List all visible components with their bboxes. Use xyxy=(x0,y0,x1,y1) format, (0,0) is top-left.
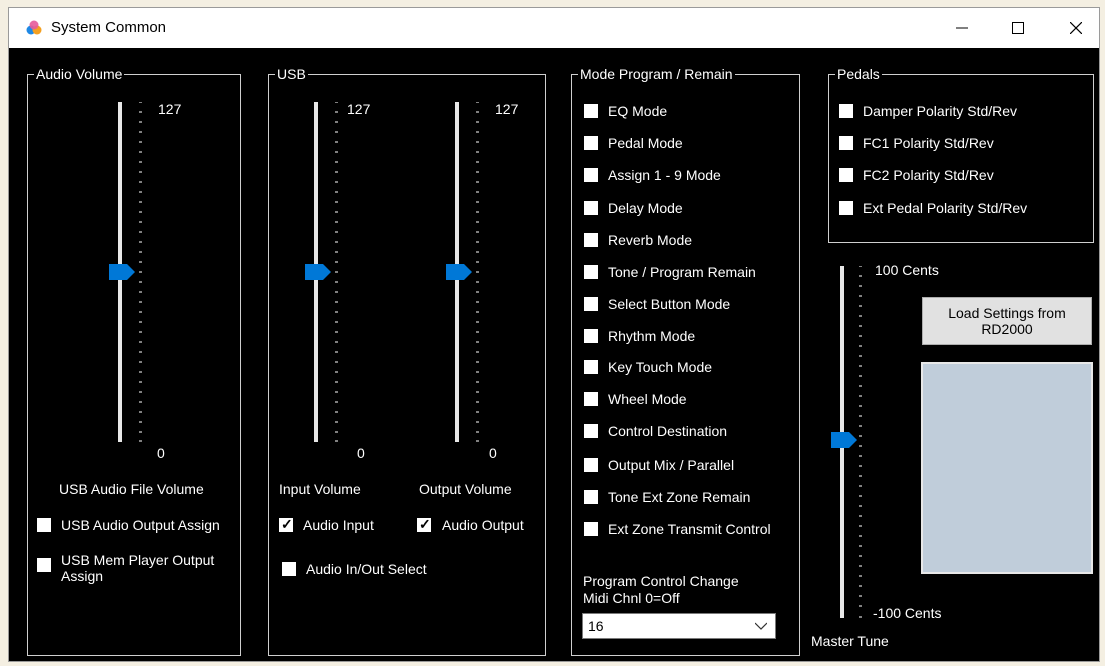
wheel-mode-checkbox[interactable] xyxy=(584,392,598,406)
minimize-button[interactable] xyxy=(939,8,985,48)
fc2-polarity-label: FC2 Polarity Std/Rev xyxy=(863,167,994,183)
checkmark-icon: ✓ xyxy=(281,516,293,532)
load-settings-line1: Load Settings from xyxy=(948,305,1066,321)
load-settings-line2: RD2000 xyxy=(981,321,1033,337)
wheel-mode-label: Wheel Mode xyxy=(608,391,687,407)
master-tune-label: Master Tune xyxy=(811,633,889,649)
delay-mode-checkbox[interactable] xyxy=(584,201,598,215)
pedal-mode-checkbox[interactable] xyxy=(584,136,598,150)
input-volume-label: Input Volume xyxy=(279,481,361,497)
key-touch-mode-label: Key Touch Mode xyxy=(608,359,713,375)
client-area: Audio Volume 127 0 USB Audio File Volume… xyxy=(9,48,1099,661)
minimize-icon xyxy=(956,27,968,29)
ext-zone-transmit-control-checkbox[interactable] xyxy=(584,522,598,536)
midi-channel-value: 16 xyxy=(588,618,604,634)
output-slider-max-label: 127 xyxy=(495,101,519,117)
close-icon xyxy=(1070,22,1082,34)
slider-ticks xyxy=(139,102,142,442)
reverb-mode-label: Reverb Mode xyxy=(608,232,693,248)
slider-min-label: 0 xyxy=(157,445,165,461)
master-tune-max-label: 100 Cents xyxy=(875,262,939,278)
pedals-title: Pedals xyxy=(835,65,882,83)
select-button-mode-checkbox[interactable] xyxy=(584,297,598,311)
app-icon xyxy=(26,20,42,35)
assign-1-9-mode-checkbox[interactable] xyxy=(584,168,598,182)
audio-in-out-select-checkbox[interactable] xyxy=(282,562,296,576)
output-volume-label: Output Volume xyxy=(419,481,512,497)
assign-1-9-mode-label: Assign 1 - 9 Mode xyxy=(608,167,721,183)
audio-input-checkbox[interactable]: ✓ xyxy=(279,516,293,532)
rhythm-mode-checkbox[interactable] xyxy=(584,329,598,343)
control-destination-checkbox[interactable] xyxy=(584,424,598,438)
maximize-icon xyxy=(1012,22,1024,34)
usb-mem-player-output-assign-checkbox[interactable] xyxy=(37,558,51,572)
usb-title: USB xyxy=(275,65,308,83)
midi-channel-label: Midi Chnl 0=Off xyxy=(583,590,680,606)
input-slider-min-label: 0 xyxy=(357,445,365,461)
input-slider-max-label: 127 xyxy=(347,101,371,117)
midi-channel-dropdown[interactable]: 16 xyxy=(582,613,776,639)
ext-pedal-polarity-label: Ext Pedal Polarity Std/Rev xyxy=(863,200,1028,216)
tone-ext-zone-remain-label: Tone Ext Zone Remain xyxy=(608,489,751,505)
audio-in-out-select-label: Audio In/Out Select xyxy=(306,561,427,577)
output-slider-min-label: 0 xyxy=(489,445,497,461)
output-mix-parallel-checkbox[interactable] xyxy=(584,458,598,472)
slider-thumb[interactable] xyxy=(831,432,857,448)
fc2-polarity-checkbox[interactable] xyxy=(839,168,853,182)
slider-ticks xyxy=(476,102,479,442)
audio-volume-group: Audio Volume 127 0 USB Audio File Volume… xyxy=(27,65,241,656)
window-title: System Common xyxy=(51,19,167,36)
select-button-mode-label: Select Button Mode xyxy=(608,296,731,312)
chevron-down-icon xyxy=(755,622,767,630)
fc1-polarity-label: FC1 Polarity Std/Rev xyxy=(863,135,994,151)
slider-ticks xyxy=(859,266,862,618)
close-button[interactable] xyxy=(1053,8,1099,48)
ext-pedal-polarity-checkbox[interactable] xyxy=(839,201,853,215)
control-destination-label: Control Destination xyxy=(608,423,728,439)
load-settings-button[interactable]: Load Settings from RD2000 xyxy=(922,297,1092,345)
slider-thumb[interactable] xyxy=(446,264,472,280)
usb-audio-output-assign-checkbox[interactable] xyxy=(37,518,51,532)
audio-volume-title: Audio Volume xyxy=(34,65,125,83)
tone-program-remain-checkbox[interactable] xyxy=(584,265,598,279)
checkmark-icon: ✓ xyxy=(419,516,431,532)
pedal-mode-label: Pedal Mode xyxy=(608,135,683,151)
display-panel xyxy=(921,362,1093,574)
slider-thumb[interactable] xyxy=(305,264,331,280)
damper-polarity-label: Damper Polarity Std/Rev xyxy=(863,103,1018,119)
tone-ext-zone-remain-checkbox[interactable] xyxy=(584,490,598,504)
usb-audio-file-volume-label: USB Audio File Volume xyxy=(59,481,204,497)
eq-mode-checkbox[interactable] xyxy=(584,104,598,118)
fc1-polarity-checkbox[interactable] xyxy=(839,136,853,150)
usb-mem-player-output-assign-label: USB Mem Player Output Assign xyxy=(61,552,215,584)
mode-program-group: Mode Program / Remain EQ Mode Pedal Mode… xyxy=(571,65,800,656)
rhythm-mode-label: Rhythm Mode xyxy=(608,328,696,344)
system-common-window: System Common Audio Volume 127 0 USB Aud… xyxy=(8,7,1100,662)
delay-mode-label: Delay Mode xyxy=(608,200,683,216)
eq-mode-label: EQ Mode xyxy=(608,103,668,119)
program-control-change-label: Program Control Change xyxy=(583,573,739,589)
audio-input-label: Audio Input xyxy=(303,517,374,533)
ext-zone-transmit-control-label: Ext Zone Transmit Control xyxy=(608,521,771,537)
slider-ticks xyxy=(335,102,338,442)
reverb-mode-checkbox[interactable] xyxy=(584,233,598,247)
mode-program-title: Mode Program / Remain xyxy=(578,65,735,83)
output-mix-parallel-label: Output Mix / Parallel xyxy=(608,457,735,473)
damper-polarity-checkbox[interactable] xyxy=(839,104,853,118)
audio-output-label: Audio Output xyxy=(442,517,524,533)
title-bar: System Common xyxy=(9,8,1099,48)
tone-program-remain-label: Tone / Program Remain xyxy=(608,264,756,280)
key-touch-mode-checkbox[interactable] xyxy=(584,360,598,374)
audio-output-checkbox[interactable]: ✓ xyxy=(417,516,431,532)
usb-audio-output-assign-label: USB Audio Output Assign xyxy=(61,517,220,533)
usb-group: USB 127 0 Input Volume 127 0 Output Volu… xyxy=(268,65,546,656)
pedals-group: Pedals Damper Polarity Std/Rev FC1 Polar… xyxy=(828,65,1094,243)
slider-thumb[interactable] xyxy=(109,264,135,280)
maximize-button[interactable] xyxy=(995,8,1041,48)
master-tune-min-label: -100 Cents xyxy=(873,605,942,621)
slider-max-label: 127 xyxy=(158,101,182,117)
